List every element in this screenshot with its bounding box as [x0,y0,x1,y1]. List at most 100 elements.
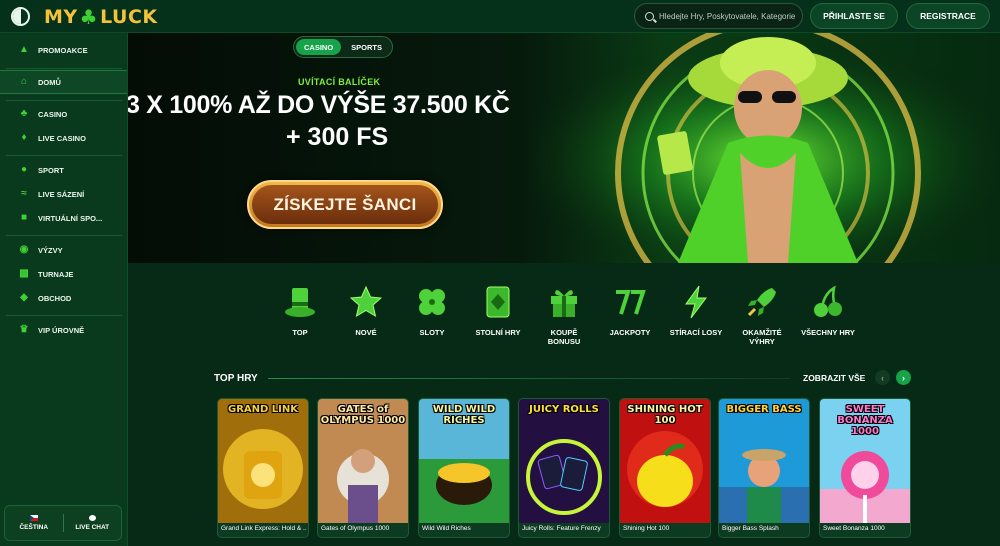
game-name: Grand Link Express: Hold & ... [221,525,307,532]
game-art-title: WILD WILD RICHES [432,404,496,426]
game-card[interactable]: GATES of OLYMPUS 1000 Gates of Olympus 1… [317,398,409,538]
sidebar-item-label: CASINO [38,109,68,119]
sidebar-item-label: LIVE SÁZENÍ [38,189,85,199]
live-casino-icon: ♦ [21,132,27,143]
sidebar-item-obchod[interactable]: ◆ OBCHOD [0,286,127,310]
hero-banner[interactable]: CASINO SPORTS UVÍTACÍ BALÍČEK 3 X 100% A… [128,33,1000,263]
show-all-link[interactable]: ZOBRAZIT VŠE [803,373,865,383]
sidebar-divider [6,315,122,316]
cta-button[interactable]: ZÍSKEJTE ŠANCI [247,180,443,229]
clover-icon [419,289,445,315]
sidebar-item-label: VIP ÚROVNĚ [38,325,85,335]
sidebar-item-label: TURNAJE [38,269,74,279]
language-label: ČEŠTINA [19,524,49,531]
sidebar-divider [6,100,122,101]
game-art-title: SWEET BONANZA 1000 [837,404,893,437]
game-card[interactable]: SWEET BONANZA 1000 Sweet Bonanza 1000 [819,398,911,538]
category-label: NOVÉ [355,328,377,337]
game-thumbnail [519,399,609,523]
sidebar-item-label: DOMŮ [38,77,61,87]
live-bet-icon: ≈ [21,188,27,199]
lightning-icon [685,285,707,319]
sidebar-item-vyzvy[interactable]: ◉ VÝZVY [0,238,127,262]
rocket-icon [747,288,776,317]
game-name: Juicy Rolls: Feature Frenzy [522,525,601,532]
language-selector[interactable]: ČEŠTINA [5,506,63,540]
logo[interactable]: MY ♣ LUCK [44,5,158,29]
home-icon: ⌂ [20,76,28,87]
sidebar-item-virtualni-sporty[interactable]: ■ VIRTUÁLNÍ SPO... [0,206,127,230]
sidebar-footer: ČEŠTINA LIVE CHAT [4,505,122,541]
sidebar-item-live-casino[interactable]: ♦ LIVE CASINO [0,126,127,150]
tab-sports[interactable]: SPORTS [343,39,390,55]
sidebar-item-casino[interactable]: ♣ CASINO [0,102,127,126]
menu-toggle-icon[interactable] [11,7,30,26]
game-thumbnail [719,399,809,523]
register-button[interactable]: REGISTRACE [906,3,990,29]
category-jackpots[interactable]: JACKPOTY [600,284,660,337]
sidebar-divider [6,235,122,236]
sidebar-item-domu[interactable]: ⌂ DOMŮ [0,70,127,94]
game-art-title: BIGGER BASS [726,404,802,415]
live-chat-label: LIVE CHAT [75,524,110,531]
sidebar-item-promoakce[interactable]: ▲ PROMOAKCE [0,38,127,62]
category-label: STOLNÍ HRY [475,328,521,337]
logo-text-left: MY [44,6,78,28]
sidebar-divider [6,155,122,156]
sidebar-item-label: LIVE CASINO [38,133,86,143]
category-instant-wins[interactable]: OKAMŽITÉ VÝHRY [732,284,792,346]
login-button[interactable]: PŘIHLASTE SE [810,3,898,29]
game-card[interactable]: JUICY ROLLS Juicy Rolls: Feature Frenzy [518,398,610,538]
shop-icon: ◆ [20,292,28,303]
category-label: JACKPOTY [609,328,651,337]
sidebar-item-turnaje[interactable]: ▩ TURNAJE [0,262,127,286]
search-box[interactable] [634,3,803,29]
category-table-games[interactable]: STOLNÍ HRY [468,284,528,337]
section-divider [268,378,790,379]
carousel-prev-button[interactable]: ‹ [875,370,890,385]
top-games-title: TOP HRY [214,373,258,384]
carousel-next-button[interactable]: › [896,370,911,385]
live-chat-button[interactable]: LIVE CHAT [64,506,122,540]
game-card[interactable]: GRAND LINK Grand Link Express: Hold & ..… [217,398,309,538]
game-card[interactable]: BIGGER BASS Bigger Bass Splash [718,398,810,538]
game-art-title: GRAND LINK [227,404,298,415]
category-slots[interactable]: SLOTY [402,284,462,337]
clover-logo-icon: ♣ [79,5,99,29]
sidebar-item-label: SPORT [38,165,64,175]
category-scratch-cards[interactable]: STÍRACÍ LOSY [666,284,726,337]
target-icon: ◉ [19,244,29,255]
hero-tabs: CASINO SPORTS [293,36,394,58]
game-card[interactable]: WILD WILD RICHES Wild Wild Riches [418,398,510,538]
category-bonus-buy[interactable]: KOUPĚ BONUSU [534,284,594,346]
cherries-icon [814,285,842,317]
category-new[interactable]: NOVÉ [336,284,396,337]
sidebar-item-vip[interactable]: ♛ VIP ÚROVNĚ [0,318,127,342]
game-card[interactable]: SHINING HOT 100 Shining Hot 100 [619,398,711,538]
star-icon [349,285,383,318]
category-top[interactable]: TOP [270,284,330,337]
game-name: Sweet Bonanza 1000 [823,525,885,532]
search-input[interactable] [659,11,799,21]
sidebar-divider [6,68,122,69]
category-bar: TOP NOVÉ SLOTY STOLNÍ HRY KOUPĚ BONUSU J… [270,284,890,354]
game-name: Wild Wild Riches [422,525,471,532]
czech-flag-icon [29,515,38,521]
sidebar-item-label: PROMOAKCE [38,45,88,55]
cta-label: ZÍSKEJTE ŠANCI [252,185,438,224]
promo-free-spins: + 300 FS [286,123,389,151]
sidebar-item-label: VIRTUÁLNÍ SPO... [38,213,103,223]
game-name: Gates of Olympus 1000 [321,525,390,532]
tab-casino[interactable]: CASINO [296,39,342,55]
podium-icon: ▩ [19,268,29,279]
card-icon [486,286,510,318]
game-art-title: SHINING HOT 100 [627,404,703,426]
sidebar-item-live-sazeni[interactable]: ≈ LIVE SÁZENÍ [0,182,127,206]
category-all-games[interactable]: VŠECHNY HRY [798,284,858,337]
search-icon [645,11,654,21]
sidebar-item-sport[interactable]: ● SPORT [0,158,127,182]
sidebar-item-label: VÝZVY [38,245,63,255]
ball-icon: ● [20,164,28,175]
promo-headline: 3 X 100% AŽ DO VÝŠE 37.500 KČ [128,91,510,119]
sidebar: ▲ PROMOAKCE ⌂ DOMŮ ♣ CASINO ♦ LIVE CASIN… [0,33,128,546]
